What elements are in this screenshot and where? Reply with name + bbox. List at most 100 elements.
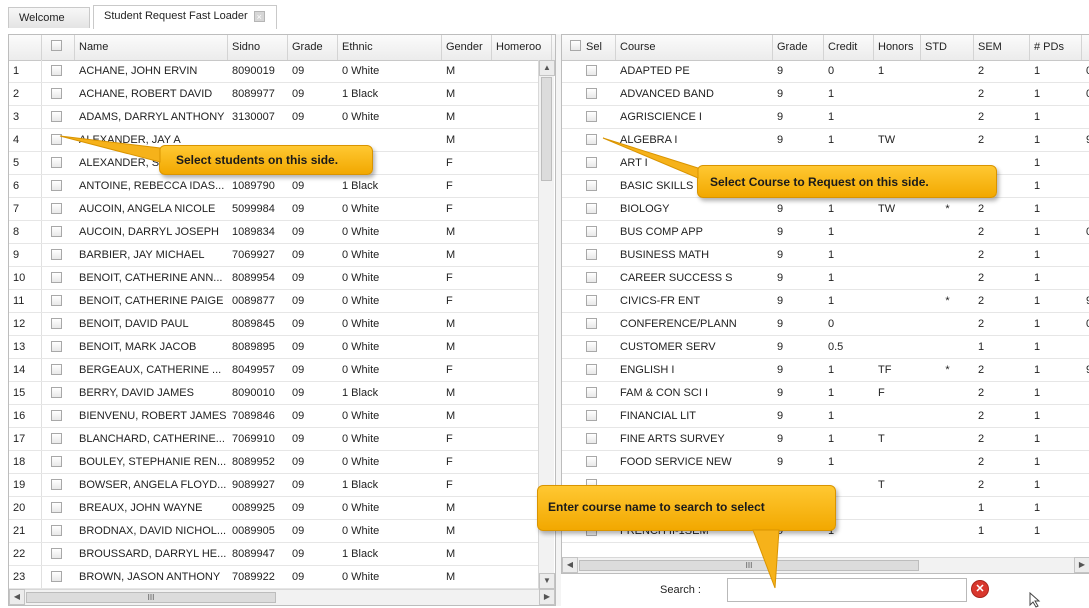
table-row[interactable]: 2 ACHANE, ROBERT DAVID 8089977 09 1 Black M [9,83,538,106]
table-row[interactable]: 20 BREAUX, JOHN WAYNE 0089925 09 0 White M [9,497,538,520]
course-select-checkbox[interactable] [586,272,597,283]
table-row[interactable]: ADAPTED PE 9 0 1 2 1 0 [562,60,1089,83]
course-select-checkbox[interactable] [586,387,597,398]
select-all-students-checkbox[interactable] [51,40,62,51]
table-row[interactable]: 13 BENOIT, MARK JACOB 8089895 09 0 White M [9,336,538,359]
scroll-right-icon[interactable]: ▶ [539,589,555,605]
course-select-checkbox[interactable] [586,134,597,145]
course-select-checkbox[interactable] [586,318,597,329]
col-gender-header[interactable]: Gender [442,35,492,60]
students-hscroll-thumb[interactable]: III [26,592,276,603]
table-row[interactable]: ENGLISH I 9 1 TF * 2 1 9 [562,359,1089,382]
tab-student-request-fast-loader[interactable]: Student Request Fast Loader × [93,5,277,29]
col-sem-header[interactable]: SEM [974,35,1030,60]
student-select-checkbox[interactable] [51,295,62,306]
table-row[interactable]: CUSTOMER SERV 9 0.5 1 1 [562,336,1089,359]
table-row[interactable]: 21 BRODNAX, DAVID NICHOL... 0089905 09 0 Whi… [9,520,538,543]
table-row[interactable]: 16 BIENVENU, ROBERT JAMES 7089846 09 0 White… [9,405,538,428]
table-row[interactable]: CONFERENCE/PLANN 9 0 2 1 0 [562,313,1089,336]
table-row[interactable]: 12 BENOIT, DAVID PAUL 8089845 09 0 White M [9,313,538,336]
scroll-left-icon[interactable]: ◀ [562,557,578,573]
student-select-checkbox[interactable] [51,479,62,490]
student-select-checkbox[interactable] [51,341,62,352]
table-row[interactable]: CAREER SUCCESS S 9 1 2 1 [562,267,1089,290]
clear-search-icon[interactable]: ✕ [971,580,989,598]
table-row[interactable]: 9 BARBIER, JAY MICHAEL 7069927 09 0 White M [9,244,538,267]
course-select-checkbox[interactable] [586,111,597,122]
student-select-checkbox[interactable] [51,364,62,375]
table-row[interactable]: 19 BOWSER, ANGELA FLOYD... 9089927 09 1 Blac… [9,474,538,497]
course-select-checkbox[interactable] [586,226,597,237]
course-select-checkbox[interactable] [586,410,597,421]
table-row[interactable]: CIVICS-FR ENT 9 1 * 2 1 9 [562,290,1089,313]
col-course-header[interactable]: Course [616,35,773,60]
table-row[interactable]: FINANCIAL LIT 9 1 2 1 [562,405,1089,428]
col-grade-header[interactable]: Grade [288,35,338,60]
table-row[interactable]: 8 AUCOIN, DARRYL JOSEPH 1089834 09 0 White M [9,221,538,244]
scroll-down-icon[interactable]: ▼ [539,573,555,589]
student-select-checkbox[interactable] [51,65,62,76]
student-select-checkbox[interactable] [51,272,62,283]
courses-hscroll-thumb[interactable]: III [579,560,919,571]
table-row[interactable]: 17 BLANCHARD, CATHERINE... 7069910 09 0 Whit… [9,428,538,451]
table-row[interactable]: 23 BROWN, JASON ANTHONY 7089922 09 0 White M [9,566,538,589]
table-row[interactable]: 11 BENOIT, CATHERINE PAIGE 0089877 09 0 Whit… [9,290,538,313]
col-credit-header[interactable]: Credit [824,35,874,60]
course-select-checkbox[interactable] [586,203,597,214]
table-row[interactable]: 18 BOULEY, STEPHANIE REN... 8089952 09 0 Whi… [9,451,538,474]
scroll-right-icon[interactable]: ▶ [1074,557,1089,573]
student-select-checkbox[interactable] [51,387,62,398]
course-select-checkbox[interactable] [586,341,597,352]
table-row[interactable]: 6 ANTOINE, REBECCA IDAS... 1089790 09 1 Blac… [9,175,538,198]
course-select-checkbox[interactable] [586,180,597,191]
table-row[interactable]: 15 BERRY, DAVID JAMES 8090010 09 1 Black M [9,382,538,405]
col-name-header[interactable]: Name [75,35,228,60]
student-select-checkbox[interactable] [51,433,62,444]
student-select-checkbox[interactable] [51,88,62,99]
student-select-checkbox[interactable] [51,203,62,214]
student-select-checkbox[interactable] [51,525,62,536]
student-select-checkbox[interactable] [51,410,62,421]
select-all-courses-checkbox[interactable] [570,40,581,51]
course-select-checkbox[interactable] [586,88,597,99]
table-row[interactable]: FAM & CON SCI I 9 1 F 2 1 [562,382,1089,405]
scroll-up-icon[interactable]: ▲ [539,60,555,76]
table-row[interactable]: BUSINESS MATH 9 1 2 1 [562,244,1089,267]
col-pds-header[interactable]: # PDs [1030,35,1082,60]
table-row[interactable]: 3 ADAMS, DARRYL ANTHONY 3130007 09 0 White M [9,106,538,129]
course-select-checkbox[interactable] [586,364,597,375]
student-select-checkbox[interactable] [51,226,62,237]
table-row[interactable]: 10 BENOIT, CATHERINE ANN... 8089954 09 0 Whi… [9,267,538,290]
course-select-checkbox[interactable] [586,65,597,76]
table-row[interactable]: AGRISCIENCE I 9 1 2 1 [562,106,1089,129]
scroll-left-icon[interactable]: ◀ [9,589,25,605]
table-row[interactable]: 1 ACHANE, JOHN ERVIN 8090019 09 0 White M [9,60,538,83]
close-icon[interactable]: × [253,11,265,22]
student-select-checkbox[interactable] [51,318,62,329]
tab-welcome[interactable]: Welcome [8,7,90,28]
student-select-checkbox[interactable] [51,548,62,559]
student-select-checkbox[interactable] [51,502,62,513]
courses-horizontal-scrollbar[interactable]: ◀ III ▶ [562,557,1089,573]
col-std-header[interactable]: STD [921,35,974,60]
table-row[interactable]: 14 BERGEAUX, CATHERINE ... 8049957 09 0 Whit… [9,359,538,382]
table-row[interactable]: 22 BROUSSARD, DARRYL HE... 8089947 09 1 Blac… [9,543,538,566]
course-select-checkbox[interactable] [586,456,597,467]
table-row[interactable]: BUS COMP APP 9 1 2 1 0 [562,221,1089,244]
table-row[interactable]: FINE ARTS SURVEY 9 1 T 2 1 [562,428,1089,451]
table-row[interactable]: BIOLOGY 9 1 TW * 2 1 [562,198,1089,221]
table-row[interactable]: FOOD SERVICE NEW 9 1 2 1 [562,451,1089,474]
col-ethnic-header[interactable]: Ethnic [338,35,442,60]
table-row[interactable]: 7 AUCOIN, ANGELA NICOLE 5099984 09 0 White F [9,198,538,221]
col-honors-header[interactable]: Honors [874,35,921,60]
student-select-checkbox[interactable] [51,180,62,191]
col-grade-header[interactable]: Grade [773,35,824,60]
student-select-checkbox[interactable] [51,571,62,582]
student-select-checkbox[interactable] [51,249,62,260]
students-horizontal-scrollbar[interactable]: ◀ III ▶ [9,589,555,605]
table-row[interactable]: ADVANCED BAND 9 1 2 1 0 [562,83,1089,106]
student-select-checkbox[interactable] [51,456,62,467]
student-select-checkbox[interactable] [51,111,62,122]
course-select-checkbox[interactable] [586,433,597,444]
course-select-checkbox[interactable] [586,157,597,168]
